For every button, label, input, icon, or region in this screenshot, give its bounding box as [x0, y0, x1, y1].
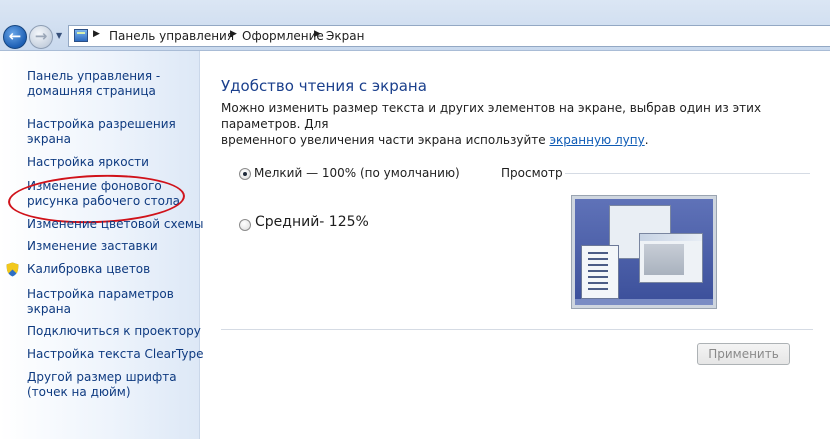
preview-window-front: [639, 233, 703, 283]
sidebar-item-dpi[interactable]: Другой размер шрифта (точек на дюйм): [27, 370, 195, 400]
forward-button[interactable]: →: [29, 25, 53, 49]
sidebar-item-projector[interactable]: Подключиться к проектору: [27, 324, 201, 339]
page-description: Можно изменить размер текста и других эл…: [221, 100, 821, 148]
breadcrumb[interactable]: ▶ Панель управления ▶ Оформление ▶ Экран: [68, 25, 830, 47]
recent-pages-dropdown[interactable]: ▼: [56, 31, 66, 41]
preview-divider: [565, 173, 810, 174]
address-bar: ← → ▼ ▶ Панель управления ▶ Оформление ▶…: [0, 0, 830, 51]
content-divider: [221, 329, 813, 330]
description-line-2: временного увеличения части экрана испол…: [221, 133, 546, 147]
back-button[interactable]: ←: [3, 25, 27, 49]
sidebar-item-calibrate-color[interactable]: Калибровка цветов: [27, 262, 195, 277]
description-line-1: Можно изменить размер текста и других эл…: [221, 101, 762, 131]
control-panel-icon: [74, 29, 88, 42]
chevron-right-icon[interactable]: ▶: [93, 29, 100, 39]
chevron-right-icon[interactable]: ▶: [230, 29, 237, 39]
sidebar-item-resolution[interactable]: Настройка разрешения экрана: [27, 117, 195, 147]
sidebar-item-brightness[interactable]: Настройка яркости: [27, 155, 195, 170]
option-medium-label[interactable]: Средний- 125%: [255, 214, 369, 230]
sidebar-item-display-settings[interactable]: Настройка параметров экрана: [27, 287, 195, 317]
breadcrumb-appearance[interactable]: Оформление: [242, 29, 324, 43]
sidebar-item-cleartype[interactable]: Настройка текста ClearType: [27, 347, 203, 362]
sidebar-item-control-panel-home[interactable]: Панель управления - домашняя страница: [27, 69, 195, 99]
sidebar: Панель управления - домашняя страница На…: [0, 51, 203, 439]
preview-taskbar: [575, 299, 713, 305]
apply-button[interactable]: Применить: [697, 343, 790, 365]
description-end: .: [644, 133, 649, 147]
chevron-right-icon[interactable]: ▶: [314, 29, 321, 39]
page-title: Удобство чтения с экрана: [221, 77, 427, 95]
preview-label: Просмотр: [501, 166, 563, 180]
sidebar-item-color-scheme[interactable]: Изменение цветовой схемы: [27, 217, 203, 232]
breadcrumb-control-panel[interactable]: Панель управления: [109, 29, 234, 43]
uac-shield-icon: [6, 262, 19, 277]
radio-medium[interactable]: [239, 219, 251, 231]
option-small-label[interactable]: Мелкий — 100% (по умолчанию): [254, 166, 460, 180]
preview-image: [571, 195, 717, 309]
preview-window-list: [581, 245, 619, 299]
magnifier-link[interactable]: экранную лупу: [549, 133, 644, 147]
sidebar-item-screensaver[interactable]: Изменение заставки: [27, 239, 195, 254]
radio-small[interactable]: [239, 168, 251, 180]
breadcrumb-display[interactable]: Экран: [326, 29, 364, 43]
